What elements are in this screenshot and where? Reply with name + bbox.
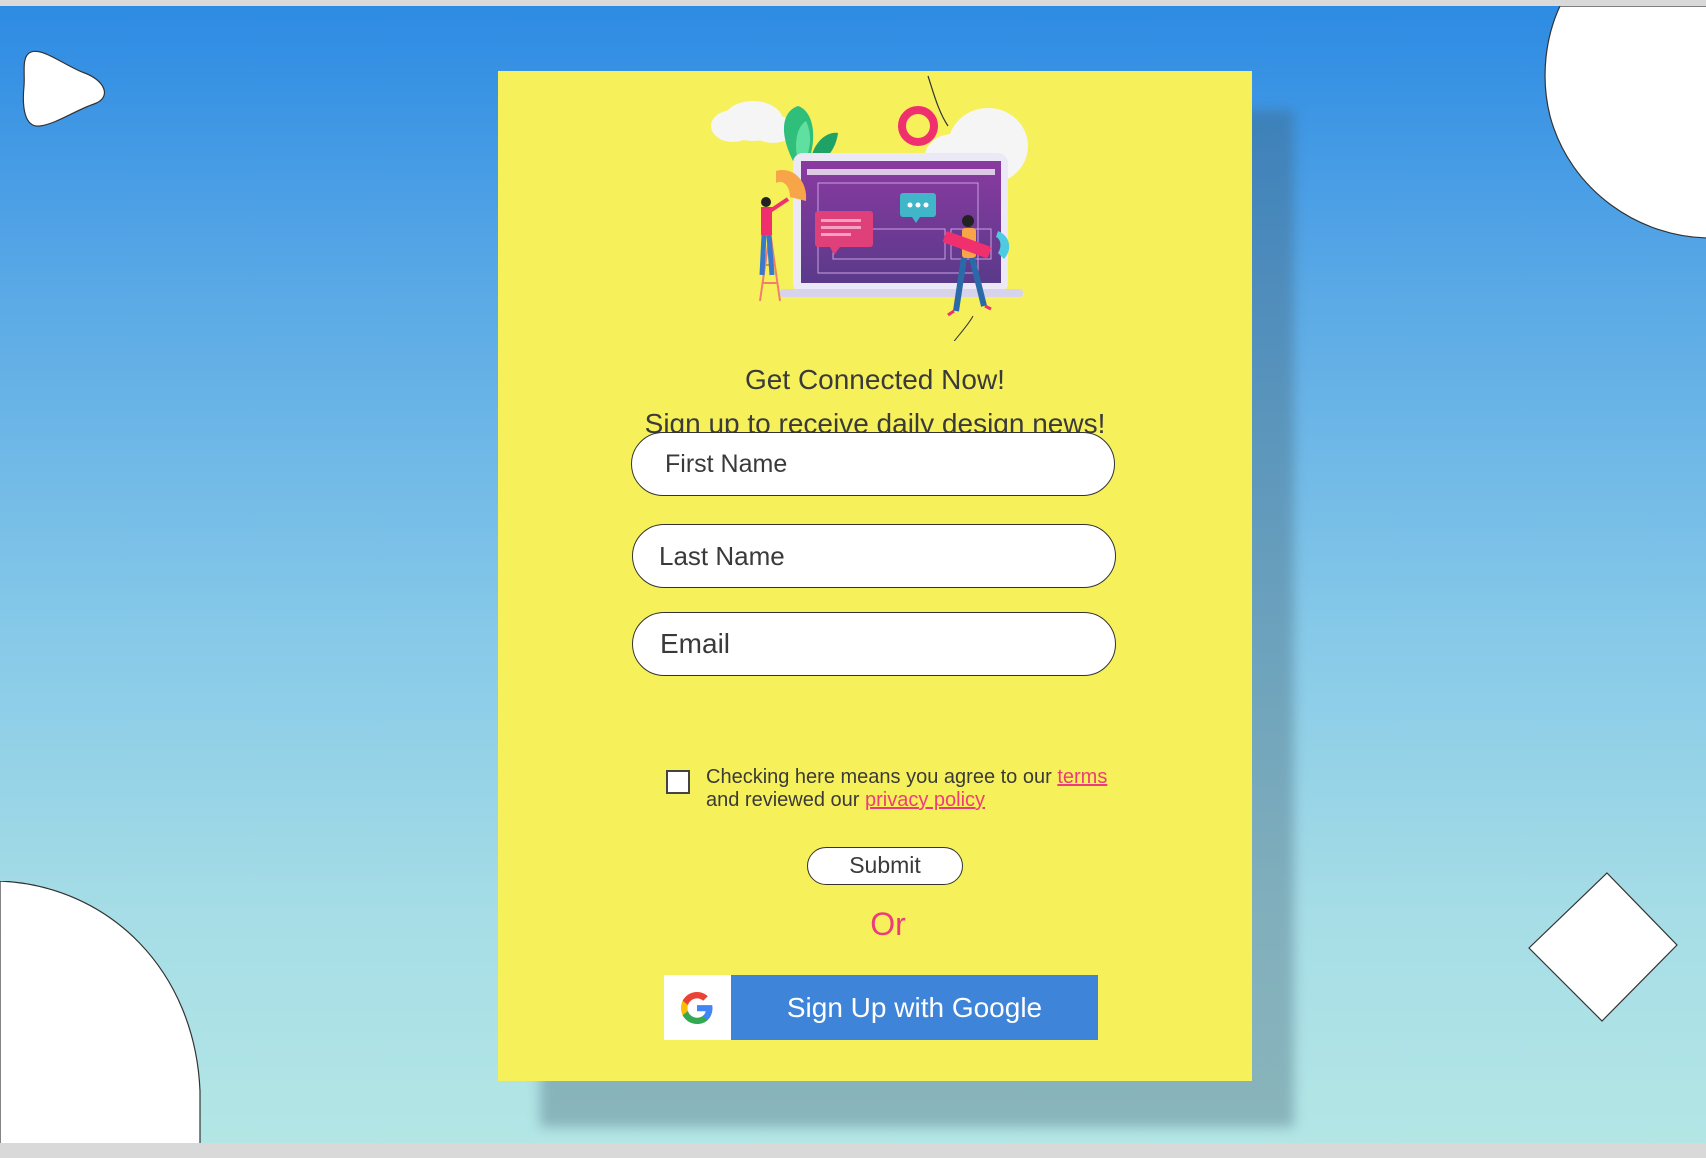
page: Get Connected Now! Sign up to receive da… xyxy=(0,0,1706,1158)
google-signup-label: Sign Up with Google xyxy=(786,992,1043,1023)
first-name-field[interactable] xyxy=(632,433,1114,495)
email-field-wrapper xyxy=(632,612,1116,676)
signup-card: Get Connected Now! Sign up to receive da… xyxy=(498,71,1252,1081)
privacy-policy-link[interactable]: privacy policy xyxy=(865,789,985,811)
google-signup-button[interactable]: Sign Up with Google xyxy=(664,975,1098,1040)
agree-text: Checking here means you agree to our ter… xyxy=(706,766,1107,812)
first-name-field-wrapper xyxy=(631,432,1115,496)
diamond-shape-bottom-right xyxy=(1528,872,1678,1022)
or-divider: Or xyxy=(870,906,906,942)
circle-shape-top-right xyxy=(1544,6,1706,239)
agree-checkbox[interactable] xyxy=(666,770,690,794)
submit-button[interactable]: Submit xyxy=(807,847,963,885)
blob-shape-top-left xyxy=(22,50,106,127)
google-icon xyxy=(681,992,713,1024)
last-name-field-wrapper xyxy=(632,524,1116,588)
agree-text-line-1: Checking here means you agree to our xyxy=(706,766,1058,788)
illustration xyxy=(711,75,1028,341)
email-field[interactable] xyxy=(633,613,1115,675)
cloud-icon xyxy=(711,101,795,143)
terms-link[interactable]: terms xyxy=(1057,766,1107,788)
circle-shape-bottom-left xyxy=(0,881,201,1143)
page-title: Get Connected Now! xyxy=(745,364,1005,395)
google-icon-box xyxy=(664,975,731,1040)
last-name-field[interactable] xyxy=(633,525,1115,587)
agree-text-line-2: and reviewed our xyxy=(706,789,865,811)
page-background: Get Connected Now! Sign up to receive da… xyxy=(0,6,1706,1143)
